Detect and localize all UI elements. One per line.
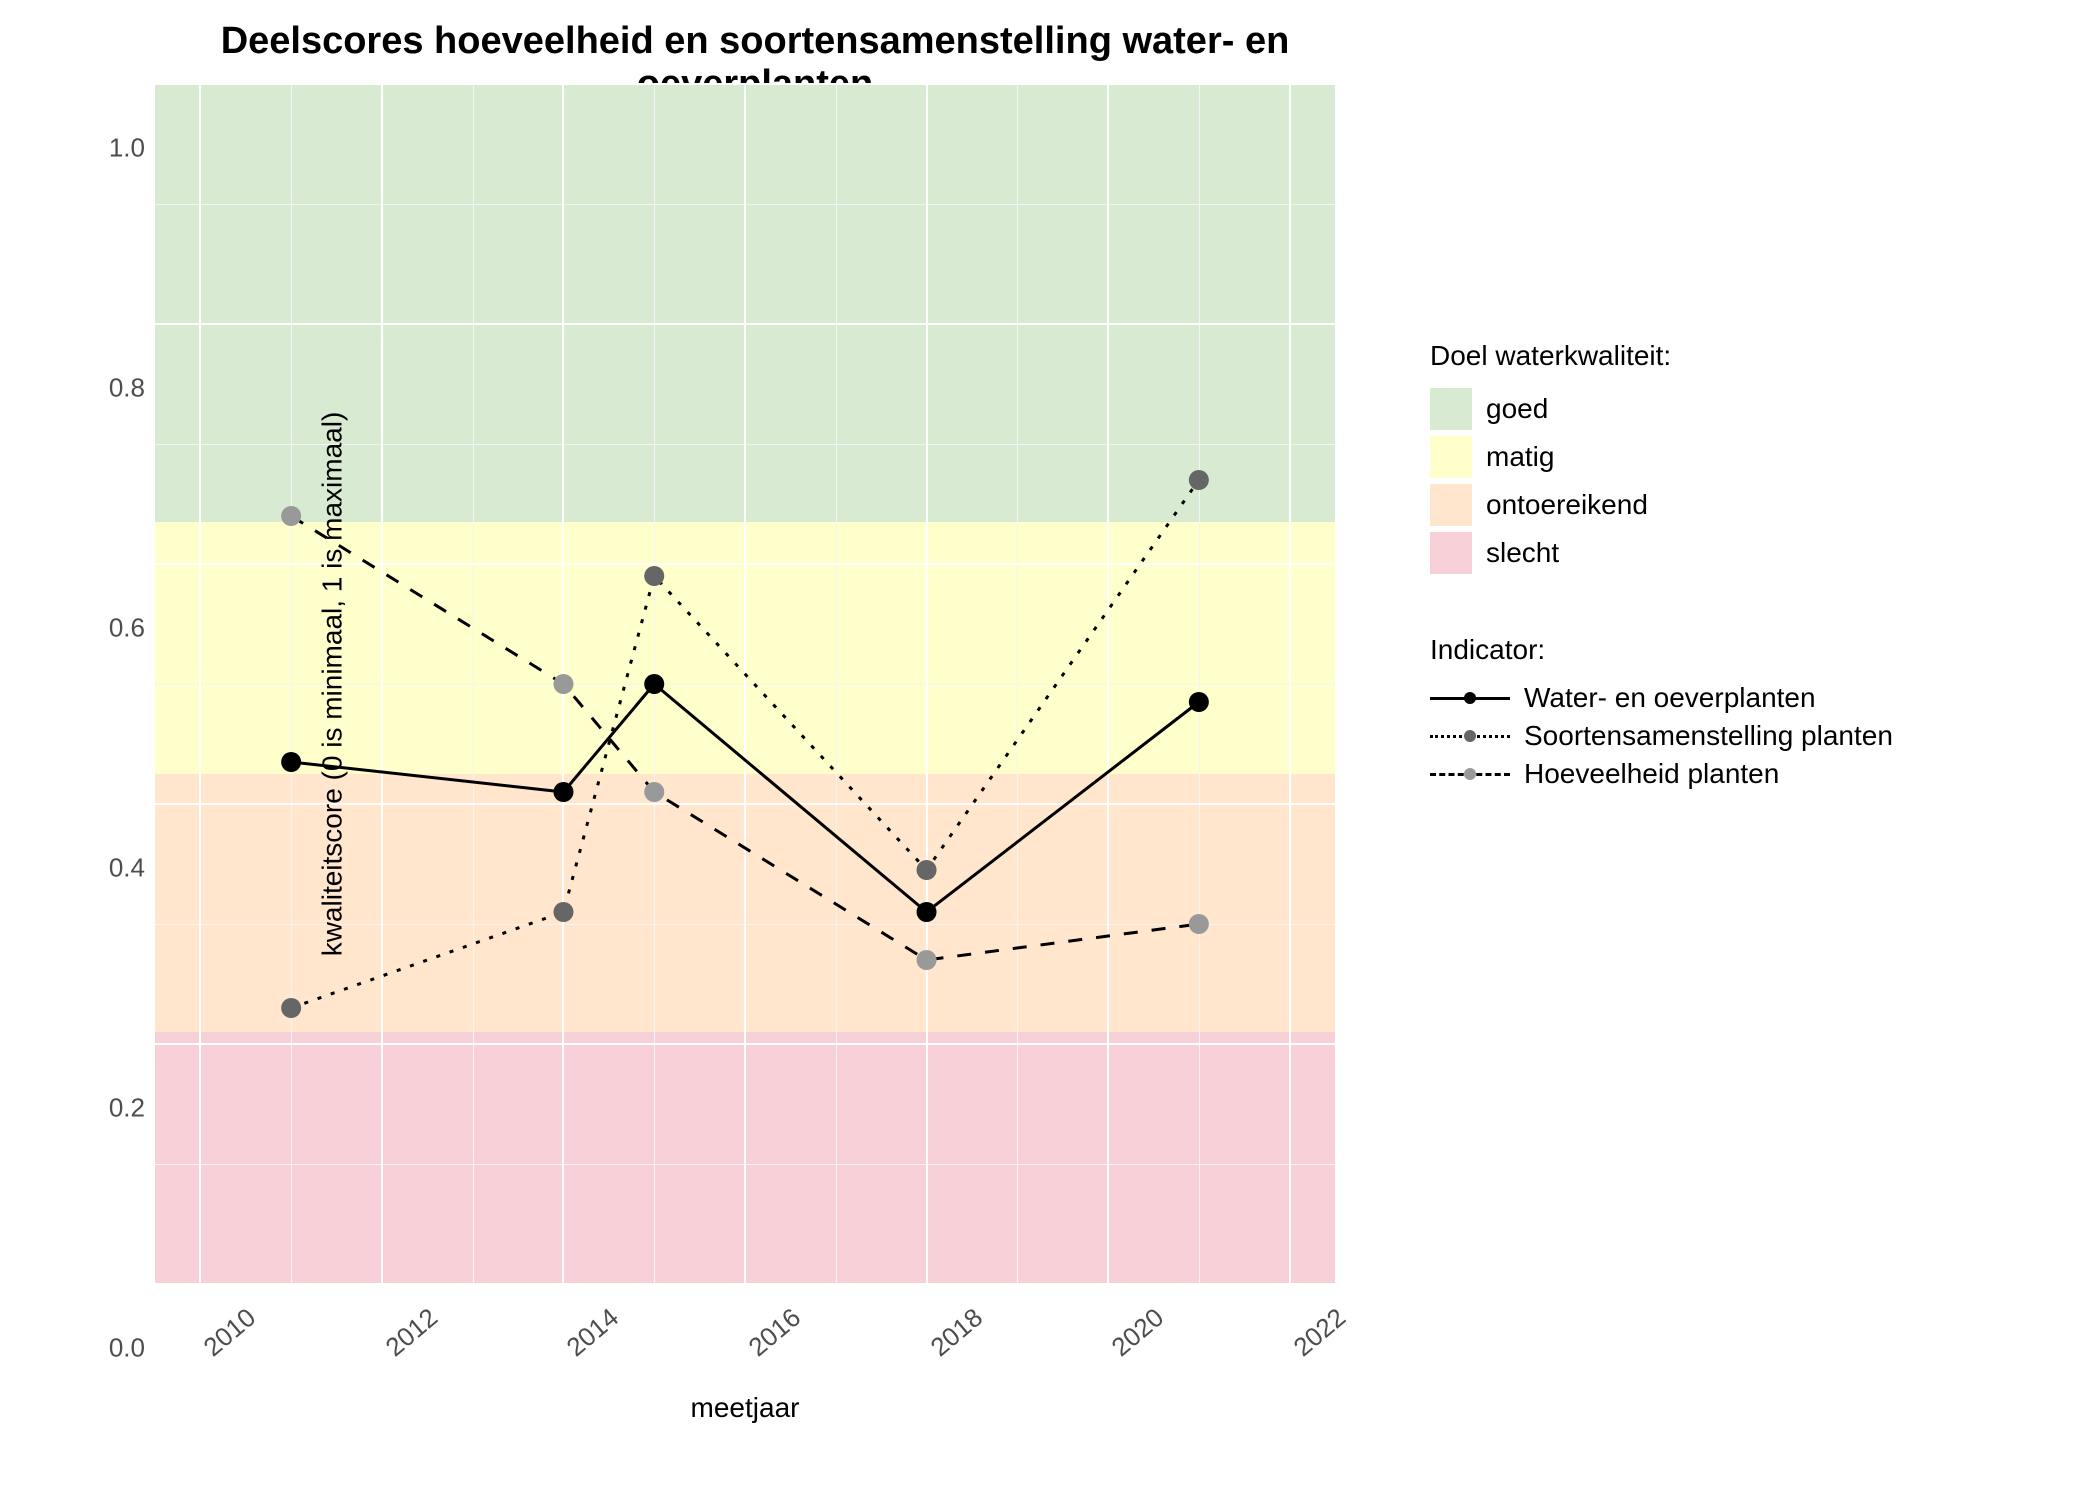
series-line	[291, 516, 1199, 960]
y-tick: 0.6	[85, 613, 145, 644]
data-point	[917, 950, 937, 970]
data-point	[1189, 692, 1209, 712]
x-tick: 2012	[379, 1302, 443, 1363]
x-tick: 2022	[1287, 1302, 1351, 1363]
legend-quality-items: goed matig ontoereikend slecht	[1430, 388, 2040, 574]
legend-line-sample	[1430, 721, 1510, 751]
legend-indicator-item: Soortensamenstelling planten	[1430, 720, 2040, 752]
x-tick: 2014	[561, 1302, 625, 1363]
plot-box: kwaliteitscore (0 is minimaal, 1 is maxi…	[155, 84, 1335, 1284]
data-point	[281, 998, 301, 1018]
x-tick: 2016	[743, 1302, 807, 1363]
y-axis-label: kwaliteitscore (0 is minimaal, 1 is maxi…	[316, 412, 348, 957]
data-point	[553, 902, 573, 922]
x-axis-label: meetjaar	[155, 1392, 1335, 1424]
legend-swatch	[1430, 388, 1472, 430]
legend-indicator-item: Hoeveelheid planten	[1430, 758, 2040, 790]
legend-indicator-items: Water- en oeverplanten Soortensamenstelli…	[1430, 682, 2040, 790]
data-point	[281, 752, 301, 772]
legend-swatch	[1430, 436, 1472, 478]
legend-quality-item: matig	[1430, 436, 2040, 478]
legend-line-sample	[1430, 759, 1510, 789]
data-point	[1189, 470, 1209, 490]
series-line	[291, 480, 1199, 1008]
y-tick: 0.4	[85, 853, 145, 884]
data-point	[1189, 914, 1209, 934]
data-point	[281, 506, 301, 526]
legend-label: Soortensamenstelling planten	[1524, 720, 1893, 752]
legend-quality-item: ontoereikend	[1430, 484, 2040, 526]
y-tick: 0.0	[85, 1333, 145, 1364]
legend-quality-item: goed	[1430, 388, 2040, 430]
y-tick: 0.8	[85, 373, 145, 404]
data-point	[644, 566, 664, 586]
chart-panel: Deelscores hoeveelheid en soortensamenst…	[20, 20, 1390, 1480]
data-point	[553, 674, 573, 694]
legend-indicator-title: Indicator:	[1430, 634, 2040, 666]
data-point	[917, 902, 937, 922]
legend-quality-item: slecht	[1430, 532, 2040, 574]
data-point	[553, 782, 573, 802]
legend: Doel waterkwaliteit: goed matig ontoereike…	[1390, 20, 2040, 1480]
data-point	[644, 674, 664, 694]
x-tick: 2020	[1106, 1302, 1170, 1363]
legend-label: Hoeveelheid planten	[1524, 758, 1779, 790]
data-point	[644, 782, 664, 802]
legend-label: ontoereikend	[1486, 489, 1648, 521]
legend-swatch	[1430, 484, 1472, 526]
data-point	[917, 860, 937, 880]
x-tick: 2018	[924, 1302, 988, 1363]
chart-container: Deelscores hoeveelheid en soortensamenst…	[0, 0, 2100, 1500]
legend-label: slecht	[1486, 537, 1559, 569]
legend-label: Water- en oeverplanten	[1524, 682, 1816, 714]
legend-swatch	[1430, 532, 1472, 574]
series-line	[291, 684, 1199, 912]
legend-quality-title: Doel waterkwaliteit:	[1430, 340, 2040, 372]
y-tick: 1.0	[85, 133, 145, 164]
legend-indicator-item: Water- en oeverplanten	[1430, 682, 2040, 714]
legend-line-sample	[1430, 683, 1510, 713]
legend-label: matig	[1486, 441, 1554, 473]
x-tick: 2010	[198, 1302, 262, 1363]
legend-label: goed	[1486, 393, 1548, 425]
y-tick: 0.2	[85, 1093, 145, 1124]
